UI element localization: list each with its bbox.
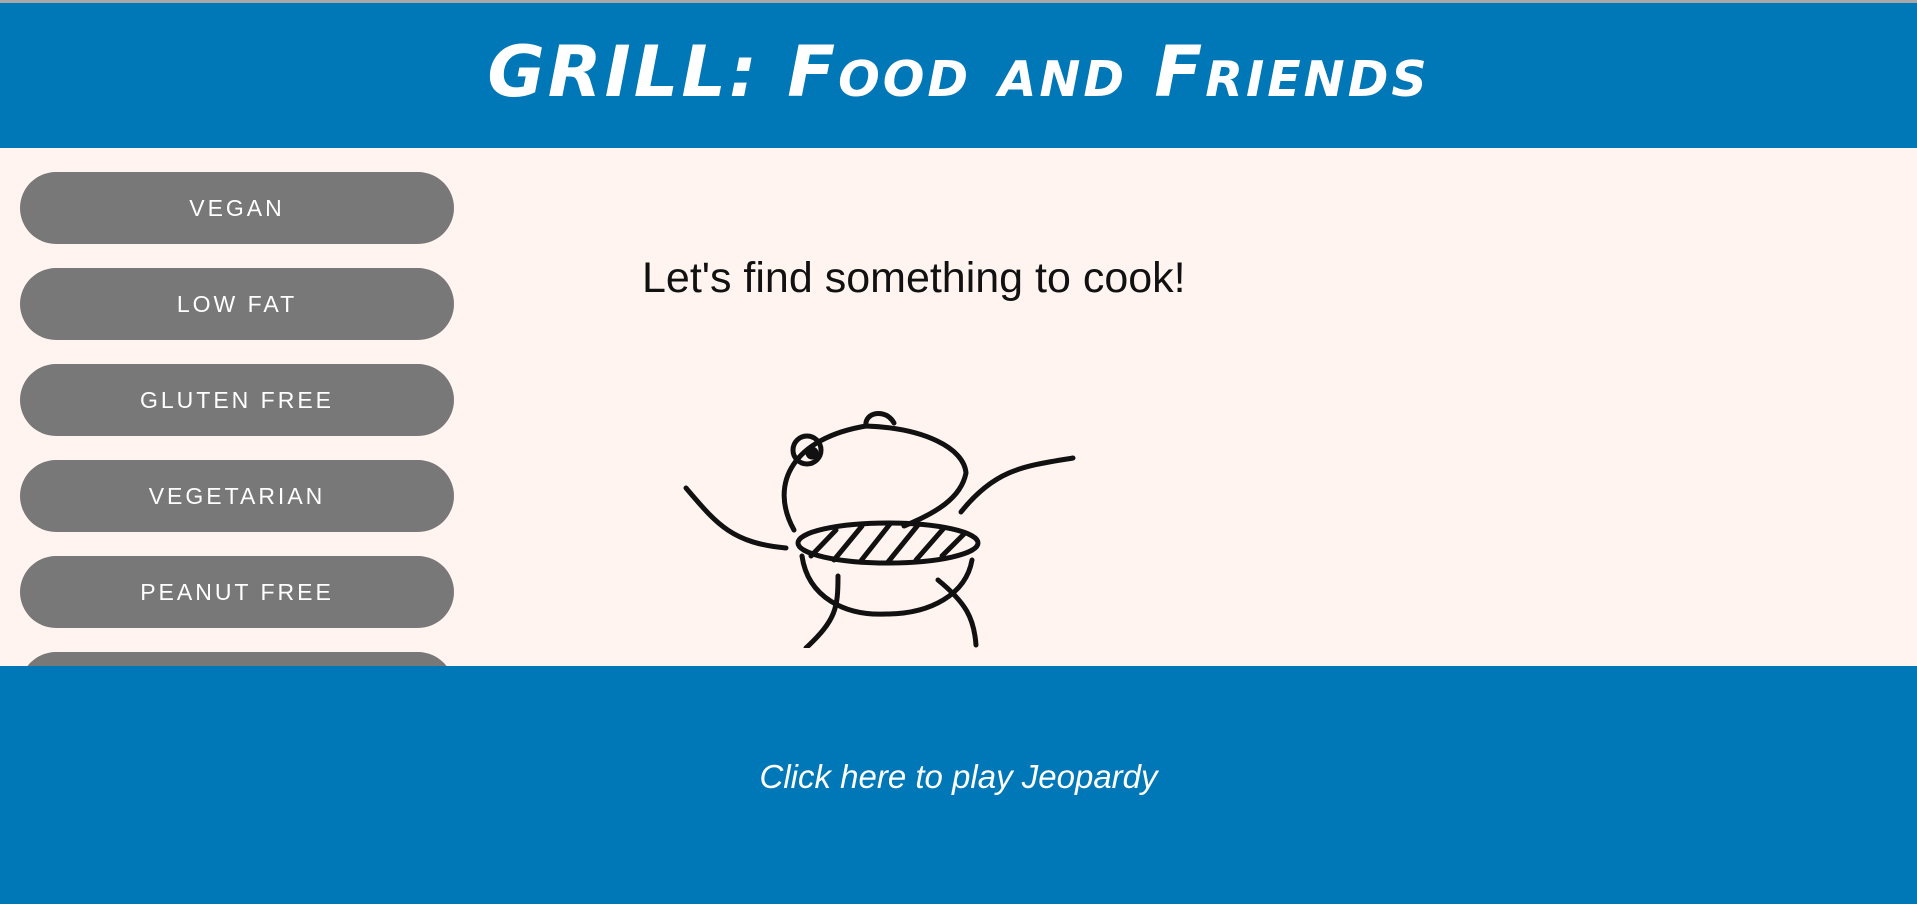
filter-button-vegan[interactable]: VEGAN [20,172,454,244]
filter-button-low-fat[interactable]: LOW FAT [20,268,454,340]
site-header: GRILL: Food and Friends [0,3,1917,148]
main-area: VEGAN LOW FAT GLUTEN FREE VEGETARIAN PEA… [0,148,1917,666]
welcome-heading: Let's find something to cook! [642,254,1186,302]
site-title: GRILL: Food and Friends [487,30,1430,113]
diet-filter-sidebar: VEGAN LOW FAT GLUTEN FREE VEGETARIAN PEA… [20,172,455,666]
dancing-grill-icon [683,411,1076,648]
site-footer: Click here to play Jeopardy [0,666,1917,904]
play-jeopardy-link[interactable]: Click here to play Jeopardy [0,758,1917,796]
filter-button-peanut-free[interactable]: PEANUT FREE [20,556,454,628]
filter-button-gluten-free[interactable]: GLUTEN FREE [20,364,454,436]
filter-button-partial[interactable] [20,652,454,666]
filter-button-vegetarian[interactable]: VEGETARIAN [20,460,454,532]
